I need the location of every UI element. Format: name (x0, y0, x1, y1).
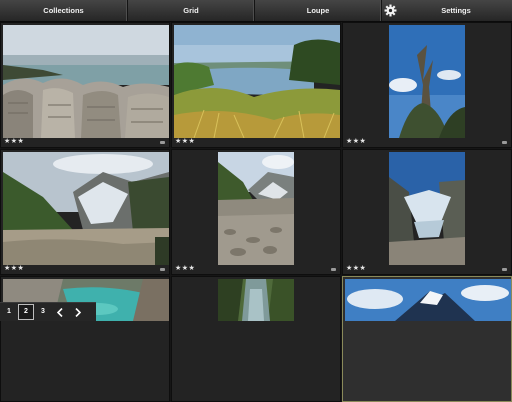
photo-thumbnail[interactable] (3, 152, 169, 265)
page-3-button[interactable]: 3 (35, 304, 51, 320)
photo-thumbnail[interactable] (389, 25, 465, 138)
photo-cell[interactable] (0, 276, 170, 402)
photo-thumbnail[interactable] (3, 25, 169, 138)
tab-grid[interactable]: Grid (128, 0, 255, 21)
photo-cell-selected[interactable] (342, 276, 512, 402)
badge-icon (502, 141, 507, 144)
settings-label: Settings (441, 6, 471, 15)
badge-icon (160, 141, 165, 144)
star-rating[interactable]: ★★★ (175, 264, 195, 273)
star-rating[interactable]: ★★★ (346, 264, 366, 273)
star-rating[interactable]: ★★★ (175, 137, 195, 146)
photo-cell[interactable]: ★★★ (342, 22, 512, 148)
gear-icon-shape (384, 4, 397, 17)
star-rating[interactable]: ★★★ (4, 264, 24, 273)
page-navigator: 1 2 3 (0, 302, 96, 321)
page-2-button[interactable]: 2 (18, 304, 34, 320)
tab-loupe[interactable]: Loupe (255, 0, 382, 21)
photo-cell[interactable]: ★★★ (171, 149, 341, 275)
photo-cell[interactable]: ★★★ (171, 22, 341, 148)
photo-thumbnail[interactable] (389, 152, 465, 265)
badge-icon (502, 268, 507, 271)
tab-settings[interactable]: Settings (382, 0, 512, 21)
star-rating[interactable]: ★★★ (4, 137, 24, 146)
tab-collections[interactable]: Collections (0, 0, 128, 21)
badge-icon (160, 268, 165, 271)
photo-thumbnail[interactable] (345, 279, 511, 321)
top-navigation-bar: Collections Grid Loupe Settings (0, 0, 512, 22)
photo-thumbnail[interactable] (174, 25, 340, 138)
photo-cell[interactable] (171, 276, 341, 402)
photo-thumbnail[interactable] (218, 279, 294, 321)
photo-cell[interactable]: ★★★ (0, 22, 170, 148)
gear-icon[interactable] (382, 0, 400, 21)
chevron-right-icon[interactable] (70, 304, 86, 320)
badge-icon (331, 268, 336, 271)
photo-grid: ★★★ ★★★ ★★★ ★★★ ★★★ ★★★ (0, 22, 512, 402)
chevron-left-icon[interactable] (52, 304, 68, 320)
photo-thumbnail[interactable] (218, 152, 294, 265)
star-rating[interactable]: ★★★ (346, 137, 366, 146)
photo-cell[interactable]: ★★★ (0, 149, 170, 275)
page-1-button[interactable]: 1 (1, 304, 17, 320)
photo-cell[interactable]: ★★★ (342, 149, 512, 275)
